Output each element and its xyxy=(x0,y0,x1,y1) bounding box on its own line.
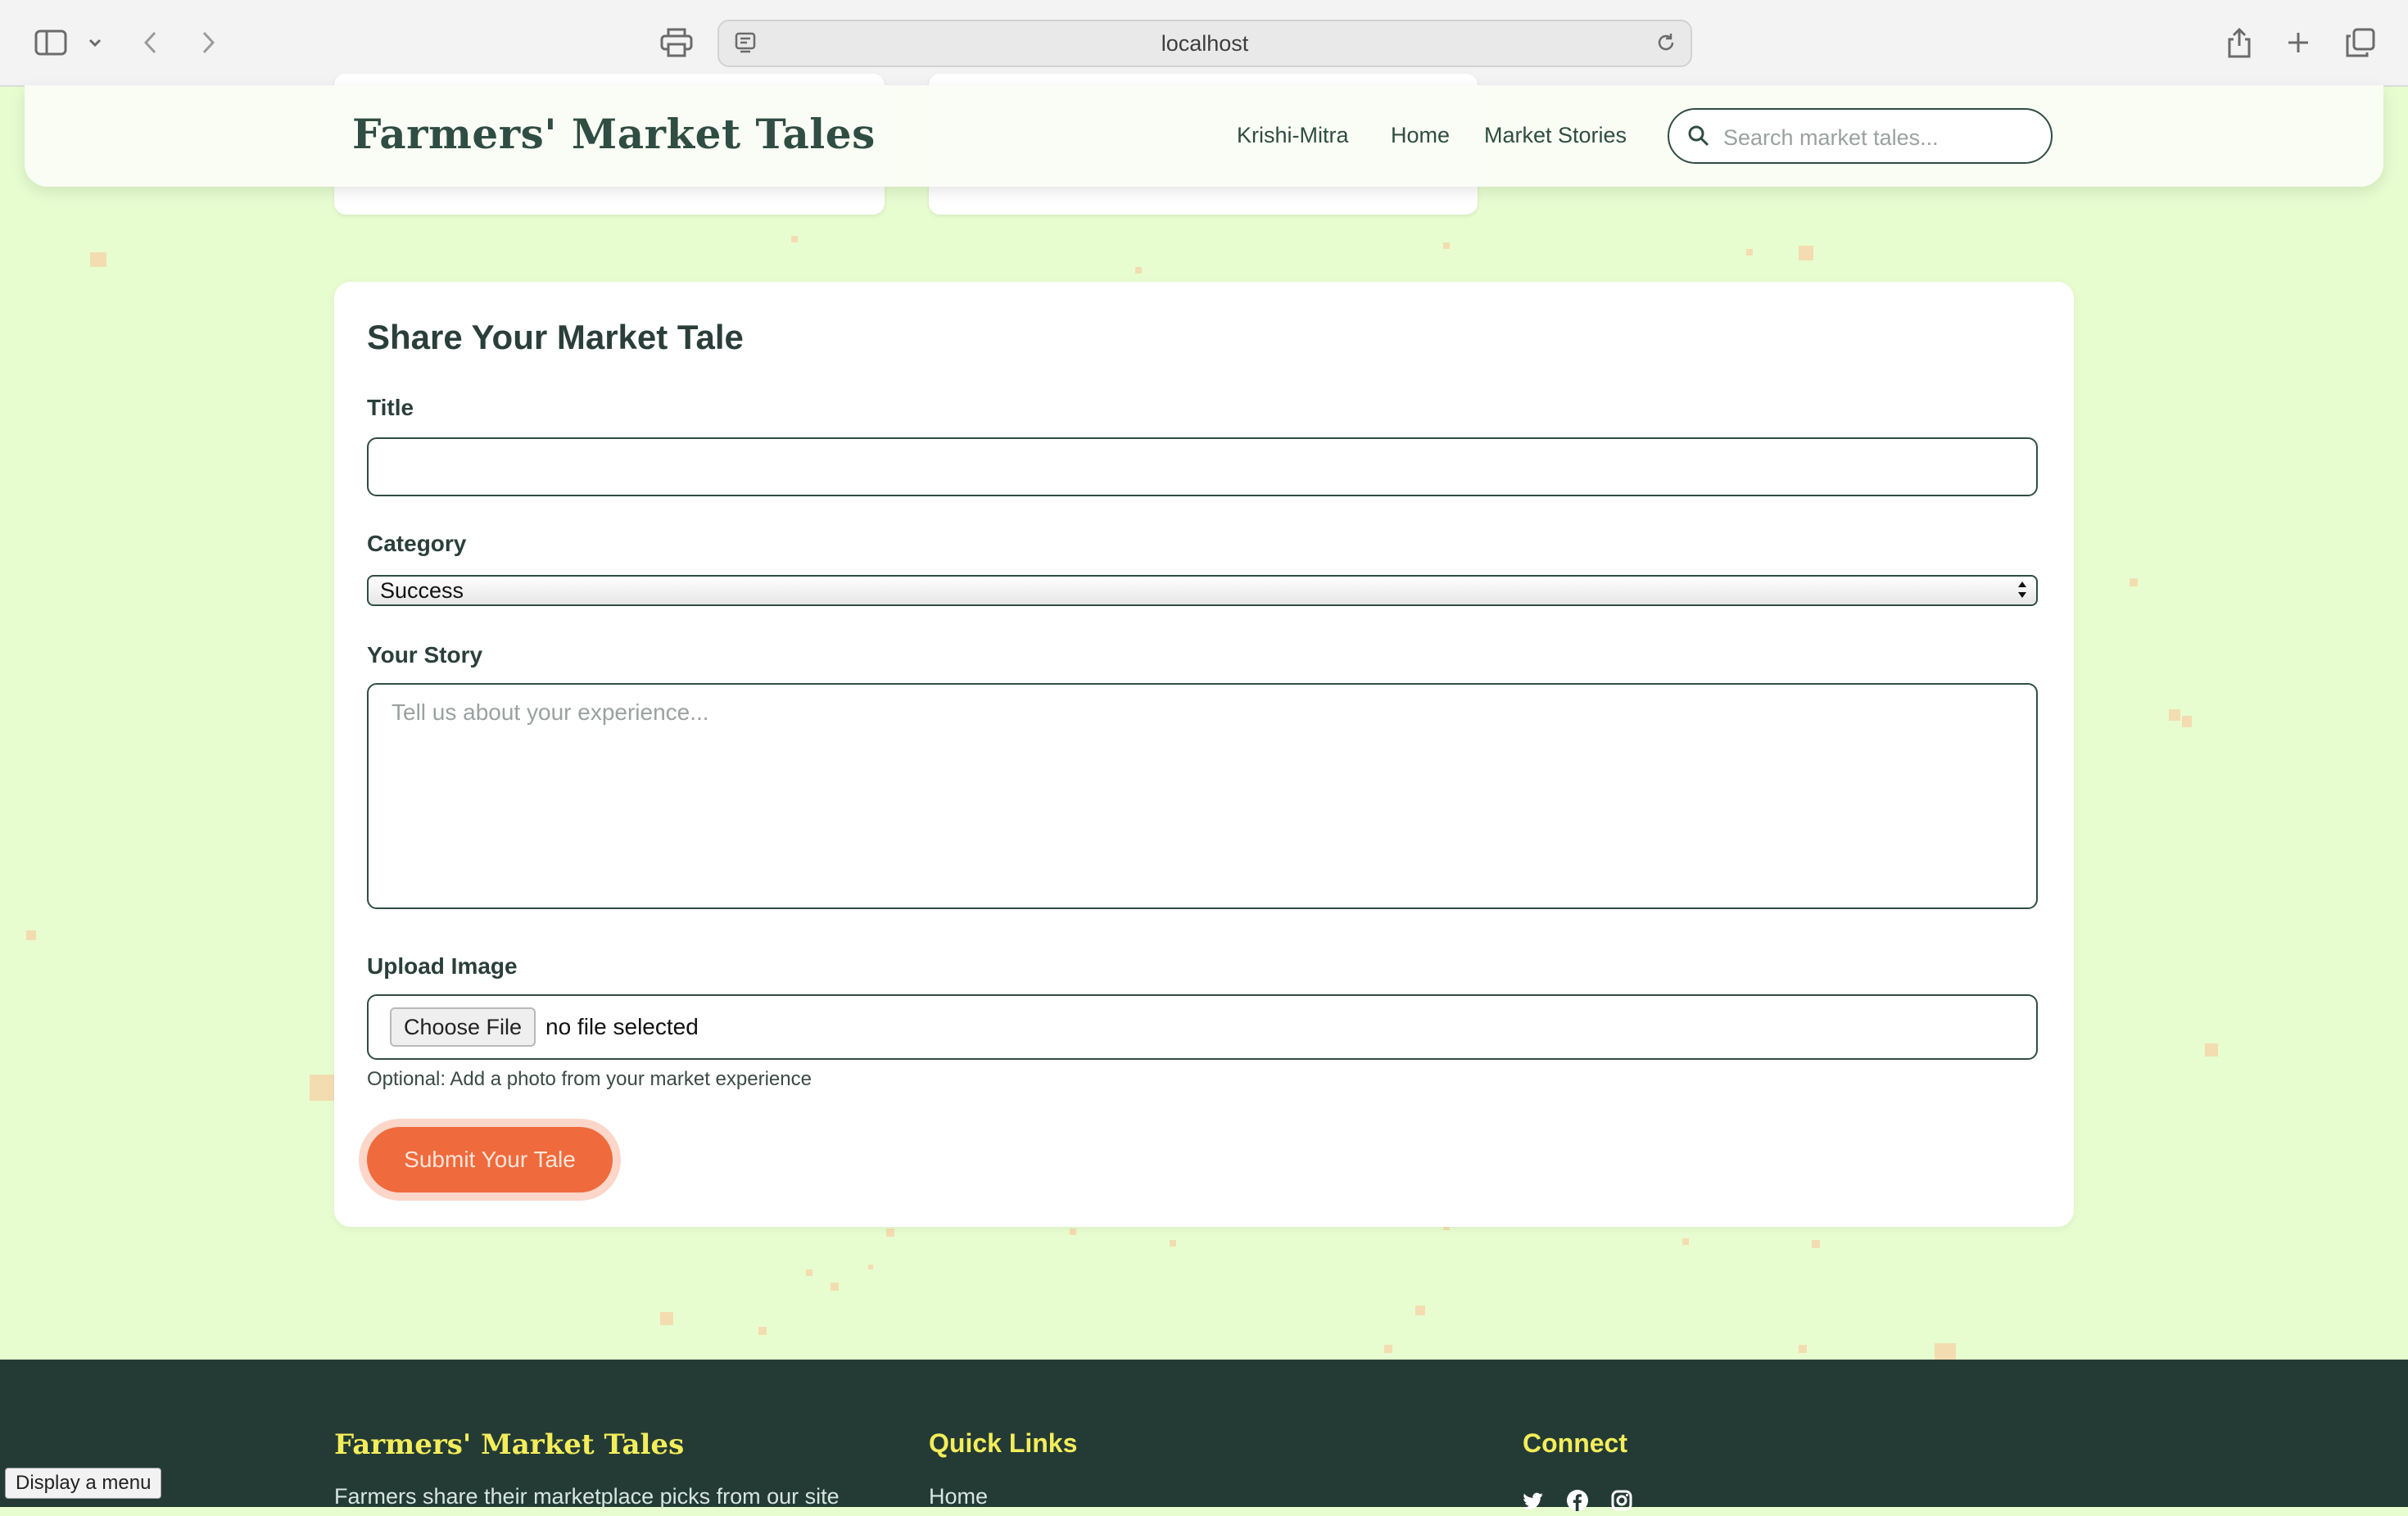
decor-square xyxy=(1799,246,1813,260)
decor-square xyxy=(886,1229,894,1237)
decor-square xyxy=(868,1265,873,1269)
search-input[interactable] xyxy=(1722,120,2036,156)
decor-square xyxy=(758,1327,767,1335)
decor-square xyxy=(1170,1240,1176,1247)
footer-blurb: Farmers share their marketplace picks fr… xyxy=(334,1484,840,1509)
category-select[interactable]: Success xyxy=(367,575,2038,606)
decor-square xyxy=(1799,1345,1807,1353)
forward-icon[interactable] xyxy=(188,23,228,62)
footer-link-home[interactable]: Home xyxy=(929,1484,988,1509)
nav-link-home[interactable]: Home xyxy=(1391,123,1450,148)
reload-icon[interactable] xyxy=(1654,31,1677,60)
chevron-down-icon[interactable] xyxy=(75,23,115,62)
decor-square xyxy=(1812,1240,1820,1248)
decor-square xyxy=(660,1312,673,1325)
category-selected-value: Success xyxy=(380,578,464,603)
decor-square xyxy=(1384,1345,1392,1353)
story-label: Your Story xyxy=(367,642,483,667)
footer-brand: Farmers' Market Tales xyxy=(334,1428,685,1461)
decor-square xyxy=(791,236,798,242)
display-menu-tooltip: Display a menu xyxy=(5,1468,162,1499)
decor-square xyxy=(1415,1306,1425,1315)
share-icon[interactable] xyxy=(2220,23,2259,62)
file-upload-field[interactable]: Choose File no file selected xyxy=(367,994,2038,1060)
site-logo[interactable]: Farmers' Market Tales xyxy=(352,110,876,158)
nav-link-krishi-mitra[interactable]: Krishi-Mitra xyxy=(1237,123,1349,148)
new-tab-icon[interactable] xyxy=(2279,23,2318,62)
nav-link-market-stories[interactable]: Market Stories xyxy=(1484,123,1627,148)
site-footer: Farmers' Market Tales Farmers share thei… xyxy=(0,1360,2408,1511)
decor-square xyxy=(90,252,106,267)
share-tale-form: Share Your Market Tale Title Category Su… xyxy=(334,282,2074,1227)
tabs-overview-icon[interactable] xyxy=(2341,23,2380,62)
decor-square xyxy=(831,1283,839,1291)
sidebar-icon[interactable] xyxy=(31,23,70,62)
title-field[interactable] xyxy=(367,437,2038,496)
decor-square xyxy=(1682,1238,1689,1245)
upload-hint: Optional: Add a photo from your market e… xyxy=(367,1068,812,1090)
back-icon[interactable] xyxy=(131,23,170,62)
facebook-icon[interactable] xyxy=(1566,1489,1589,1512)
search-box[interactable] xyxy=(1668,108,2053,164)
quick-links-heading: Quick Links xyxy=(929,1428,1078,1458)
title-input[interactable] xyxy=(369,439,2036,495)
decor-square xyxy=(806,1269,812,1276)
decor-square xyxy=(2205,1043,2218,1057)
decor-square xyxy=(2169,709,2180,721)
form-title: Share Your Market Tale xyxy=(367,318,744,356)
decor-square xyxy=(1746,249,1753,256)
twitter-icon[interactable] xyxy=(1522,1489,1545,1512)
decor-square xyxy=(2130,578,2138,586)
select-arrows-icon xyxy=(2016,579,2028,606)
submit-tale-button[interactable]: Submit Your Tale xyxy=(367,1127,613,1192)
url-text: localhost xyxy=(1161,30,1249,56)
site-settings-icon[interactable] xyxy=(734,31,757,60)
connect-heading: Connect xyxy=(1523,1428,1627,1458)
search-icon xyxy=(1687,124,1710,152)
decor-square xyxy=(1135,267,1142,274)
site-header: Farmers' Market Tales Krishi-Mitra Home … xyxy=(25,85,2383,187)
decor-square xyxy=(310,1075,334,1101)
upload-label: Upload Image xyxy=(367,953,518,979)
decor-square xyxy=(2182,716,2192,727)
title-label: Title xyxy=(367,395,414,420)
decor-square xyxy=(1070,1229,1076,1235)
file-status-text: no file selected xyxy=(545,1014,699,1039)
print-icon[interactable] xyxy=(657,23,696,62)
story-textarea[interactable] xyxy=(369,685,2036,907)
category-label: Category xyxy=(367,531,467,556)
story-field[interactable] xyxy=(367,683,2038,909)
address-bar[interactable]: localhost xyxy=(717,20,1692,67)
decor-square xyxy=(1443,242,1450,249)
instagram-icon[interactable] xyxy=(1610,1489,1633,1512)
choose-file-button[interactable]: Choose File xyxy=(390,1007,536,1047)
decor-square xyxy=(26,930,36,940)
decor-square xyxy=(1935,1343,1956,1360)
